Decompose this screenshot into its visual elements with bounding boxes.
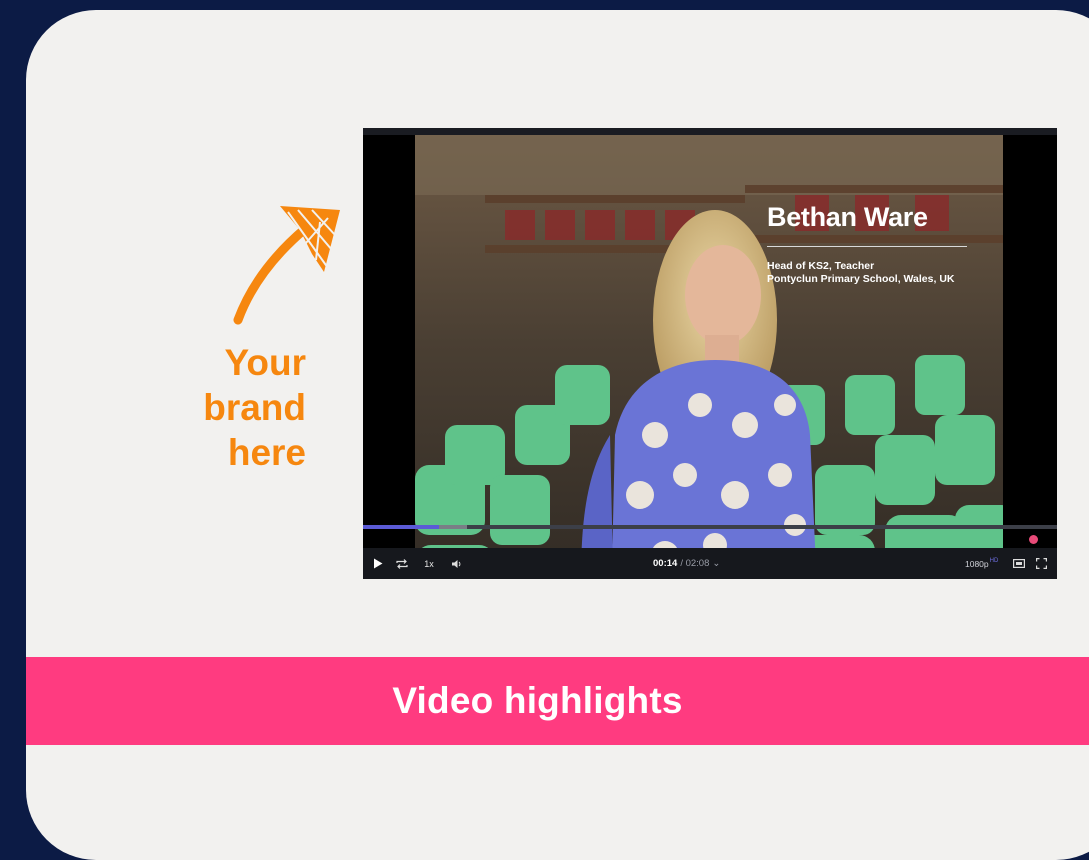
theater-mode-icon xyxy=(1013,559,1025,568)
promo-line-2: brand xyxy=(203,387,306,429)
speaker-role: Head of KS2, Teacher Pontyclun Primary S… xyxy=(767,260,997,286)
total-duration: / 02:08 xyxy=(680,558,710,569)
video-player[interactable]: Bethan Ware Head of KS2, Teacher Pontycl… xyxy=(363,128,1057,579)
volume-button[interactable] xyxy=(448,548,466,579)
quality-label: 1080p xyxy=(965,558,989,569)
fullscreen-icon xyxy=(1035,558,1047,569)
section-banner: Video highlights xyxy=(26,657,1089,745)
loop-icon xyxy=(396,558,408,569)
theater-mode-button[interactable] xyxy=(1011,548,1027,579)
letterbox-right xyxy=(1003,135,1057,579)
promo-line-3: here xyxy=(227,432,306,474)
progress-bar[interactable] xyxy=(363,525,1057,529)
banner-title: Video highlights xyxy=(392,680,683,721)
record-indicator-icon xyxy=(1029,535,1038,544)
chevron-down-icon: ⌄ xyxy=(712,558,721,569)
fullscreen-button[interactable] xyxy=(1033,548,1049,579)
speaker-school: Pontyclun Primary School, Wales, UK xyxy=(767,273,955,286)
overlay-divider xyxy=(767,246,967,247)
speed-button[interactable]: 1x xyxy=(419,548,439,579)
promo-line-1: Your xyxy=(224,342,306,383)
hand-drawn-arrow-icon xyxy=(233,206,340,325)
speaker-name: Bethan Ware xyxy=(767,202,928,232)
play-button[interactable] xyxy=(369,548,387,579)
volume-icon xyxy=(452,559,461,568)
player-controls: 1x 00:14 / 02:08 ⌄ 1080p HD xyxy=(363,548,1057,579)
letterbox-left xyxy=(363,135,415,579)
player-top-bar xyxy=(363,128,1057,135)
current-time: 00:14 xyxy=(653,558,678,569)
loop-button[interactable] xyxy=(393,548,411,579)
time-display[interactable]: 00:14 / 02:08 ⌄ xyxy=(653,548,720,579)
play-icon xyxy=(374,558,383,569)
speaker-title: Head of KS2, Teacher xyxy=(767,260,875,272)
quality-button[interactable]: 1080p HD xyxy=(965,548,998,579)
speed-label: 1x xyxy=(424,558,434,569)
brand-placeholder-text: Your brand here xyxy=(160,340,306,475)
hd-badge: HD xyxy=(989,558,999,564)
progress-played xyxy=(363,525,440,529)
